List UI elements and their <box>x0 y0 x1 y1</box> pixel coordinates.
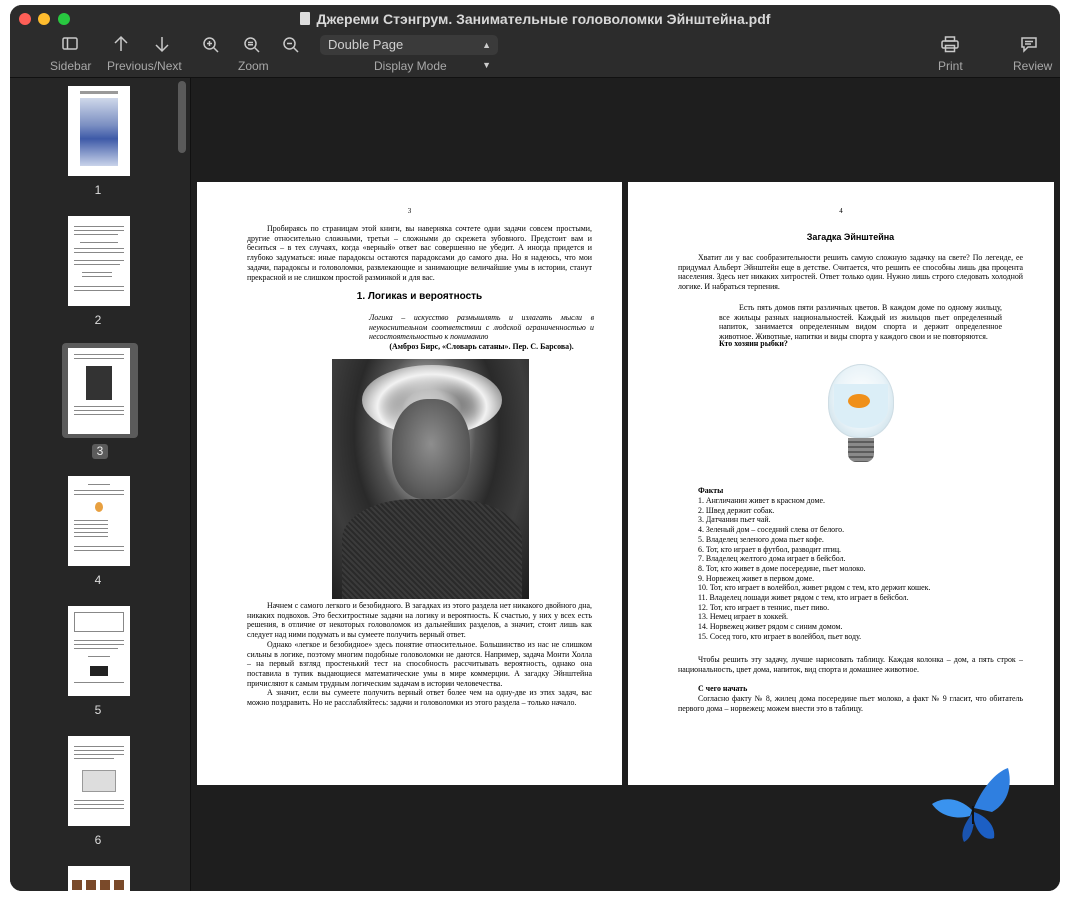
thumbnail-label: 2 <box>94 313 102 327</box>
faces-image-icon <box>72 880 126 890</box>
list-item: 6. Тот, кто играет в футбол, разводит пт… <box>698 544 842 554</box>
thumbnail-label: 1 <box>94 183 102 197</box>
page-thumbnail-3[interactable] <box>68 348 130 434</box>
zoom-in-button[interactable] <box>202 36 220 59</box>
page-thumbnail-2[interactable] <box>68 216 130 306</box>
table-image-icon <box>74 612 124 632</box>
print-button[interactable] <box>941 36 959 58</box>
list-item: 5. Владелец зеленого дома пьет кофе. <box>698 534 824 544</box>
printer-icon <box>941 36 959 53</box>
cover-image-icon <box>80 98 118 166</box>
portrait-image-icon <box>86 366 112 400</box>
list-item: 15. Сосед того, кто играет в волейбол, п… <box>698 631 862 641</box>
sidebar-toggle-button[interactable] <box>62 37 78 56</box>
page-thumbnail-4[interactable] <box>68 476 130 566</box>
comment-review-icon <box>1021 37 1037 53</box>
list-item: 1. Англичанин живет в красном доме. <box>698 496 825 505</box>
zoom-in-icon <box>203 37 219 53</box>
print-label: Print <box>938 59 963 73</box>
intro-paragraph: Хватит ли у вас сообразительности решить… <box>678 253 1023 292</box>
list-item: 8. Тот, кто живет в доме посередине, пье… <box>698 563 866 573</box>
facts-heading: Факты <box>698 486 724 495</box>
doors-image-icon <box>82 770 116 792</box>
previous-next-label: Previous/Next <box>107 59 182 73</box>
body-paragraphs: Начнем с самого легкого и безобидного. В… <box>247 601 592 708</box>
sidebar-icon <box>62 37 78 50</box>
butterfly-icon <box>932 768 1010 842</box>
intro-paragraph: Пробираясь по страницам этой книги, вы н… <box>247 224 592 282</box>
zoom-label: Zoom <box>238 59 269 73</box>
einstein-portrait-image <box>332 359 529 599</box>
page-number: 3 <box>407 207 412 215</box>
section-heading: 1. Логикаs и вероятность <box>356 291 483 302</box>
thumbnail-label: 6 <box>94 833 102 847</box>
display-mode-label: Display Mode <box>374 59 447 73</box>
document-page-left: 3 Пробираясь по страницам этой книги, вы… <box>197 182 622 785</box>
zoom-out-button[interactable] <box>282 36 300 59</box>
list-item: 14. Норвежец живет рядом с синим домом. <box>698 622 843 632</box>
zoom-actual-size-icon <box>244 37 260 53</box>
thumbnail-label: 5 <box>94 703 102 717</box>
toolbar: Джереми Стэнгрум. Занимательные головоло… <box>10 5 1060 78</box>
page-thumbnail-5[interactable] <box>68 606 130 696</box>
after-facts-paragraph: Чтобы решить эту задачу, лучше нарисоват… <box>678 655 1023 674</box>
bulb-base-image <box>848 438 874 462</box>
list-item: 11. Владелец лошади живет рядом с тем, к… <box>698 593 909 603</box>
preview-window: Джереми Стэнгрум. Занимательные головоло… <box>10 5 1060 891</box>
zoom-out-icon <box>283 37 299 53</box>
list-item: 9. Норвежец живет в первом доме. <box>698 573 815 583</box>
thumbnail-sidebar: 1 2 3 4 5 6 <box>10 78 191 891</box>
facts-list: 1. Англичанин живет в красном доме. 2. Ш… <box>698 496 1038 642</box>
list-item: 12. Тот, кто играет в теннис, пьет пиво. <box>698 602 830 612</box>
goldfish-bulb-image <box>828 364 894 438</box>
list-item: 4. Зеленый дом – соседний слева от белог… <box>698 525 845 535</box>
thumbnail-label-selected: 3 <box>92 444 108 459</box>
page-heading: Загадка Эйнштейна <box>806 232 895 242</box>
window-title: Джереми Стэнгрум. Занимательные головоло… <box>10 11 1060 27</box>
sidebar-label: Sidebar <box>50 59 92 73</box>
thumbnail-label: 4 <box>94 573 102 587</box>
list-item: 7. Владелец желтого дома играет в бейсбо… <box>698 554 846 564</box>
arrow-down-icon <box>155 37 169 53</box>
list-item: 13. Немец играет в хоккей. <box>698 612 789 622</box>
start-heading: С чего начать <box>698 684 748 693</box>
document-page-right: 4 Загадка Эйнштейна Хватит ли у вас сооб… <box>628 182 1054 785</box>
review-label: Review <box>1013 59 1053 73</box>
riddle-question: Кто хозяин рыбки? <box>719 339 788 348</box>
page-thumbnail-1[interactable] <box>68 86 130 176</box>
previous-page-button[interactable] <box>113 35 129 58</box>
arrow-up-icon <box>114 35 128 51</box>
sidebar-scrollbar[interactable] <box>178 81 186 153</box>
display-mode-select[interactable]: Double Page ▲ ▼ <box>320 35 498 70</box>
list-item: 3. Датчанин пьет чай. <box>698 515 771 525</box>
display-mode-value: Double Page <box>328 37 404 52</box>
review-button[interactable] <box>1020 36 1038 58</box>
bulb-image-icon <box>95 502 103 512</box>
page-thumbnail-6[interactable] <box>68 736 130 826</box>
riddle-quote: Есть пять домов пяти различных цветов. В… <box>719 303 1002 342</box>
next-page-button[interactable] <box>154 35 170 58</box>
zoom-actual-button[interactable] <box>243 36 261 59</box>
epigraph: Логика – искусство размышлять и излагать… <box>369 313 594 342</box>
car-image-icon <box>90 666 108 676</box>
goldfish-icon <box>848 394 870 408</box>
list-item: 10. Тот, кто играет в волейбол, живет ря… <box>698 583 931 593</box>
page-thumbnail-7[interactable] <box>68 866 130 891</box>
pdf-document-icon <box>299 12 310 25</box>
page-number: 4 <box>839 207 843 215</box>
list-item: 2. Швед держит собак. <box>698 505 775 515</box>
chevron-updown-icon: ▲ ▼ <box>482 40 491 70</box>
start-paragraph: Согласно факту № 8, жилец дома посередин… <box>678 694 1023 713</box>
epigraph-source: (Амброз Бирс, «Словарь сатаны». Пер. С. … <box>389 342 574 351</box>
